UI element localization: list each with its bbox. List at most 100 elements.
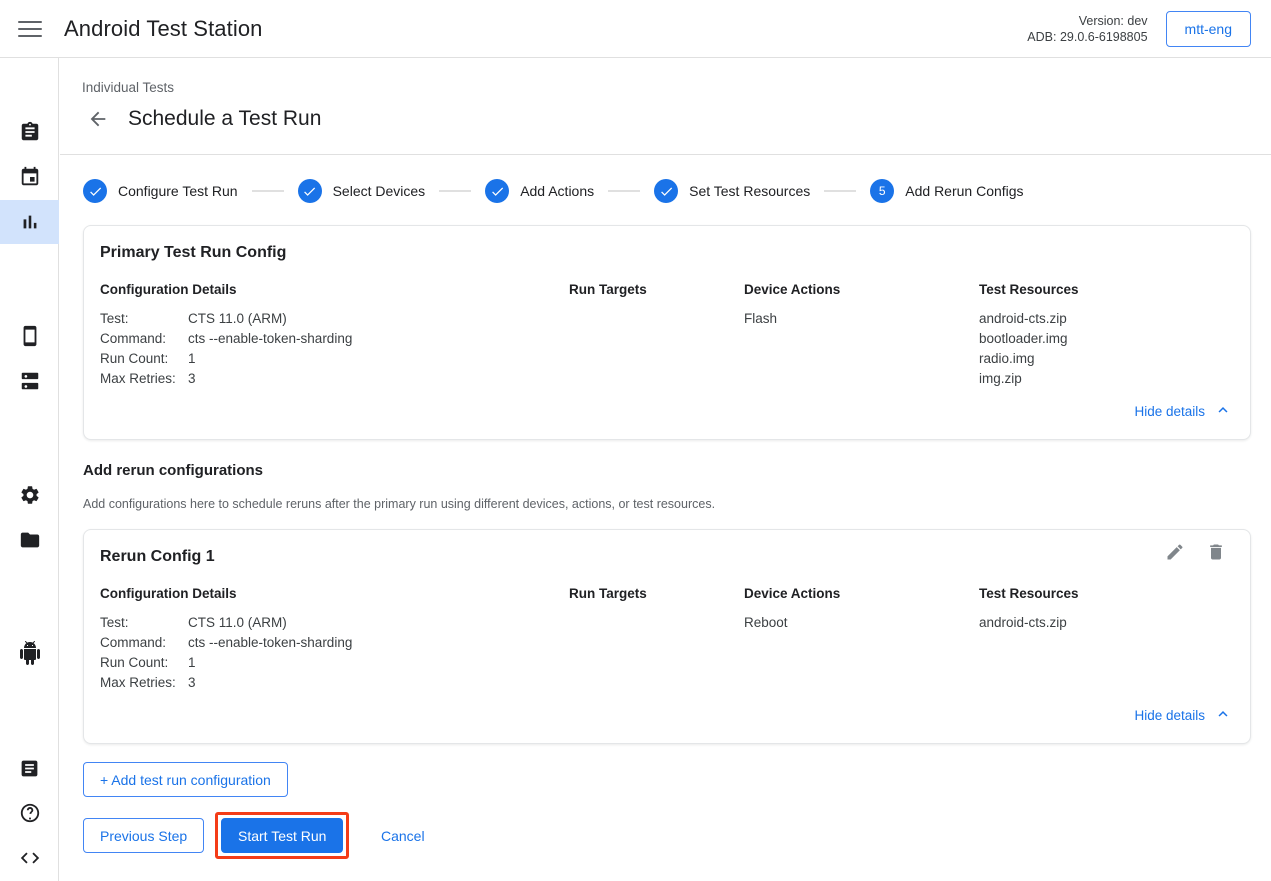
edit-rerun-config-button[interactable] [1162,541,1188,567]
rerun-hide-details-toggle[interactable]: Hide details [1134,705,1232,726]
chevron-up-icon [1214,401,1232,422]
account-chip-button[interactable]: mtt-eng [1166,11,1251,47]
device-action-item: Reboot [744,613,974,633]
detail-value: CTS 11.0 (ARM) [188,309,287,329]
hamburger-icon[interactable] [18,20,42,38]
step-connector [252,190,284,192]
version-info: Version: dev ADB: 29.0.6-6198805 [1027,13,1147,45]
column-run-targets: Run Targets [569,586,744,613]
step-marker-check [298,179,322,203]
sidebar-item-test-results[interactable] [0,200,59,244]
app-title: Android Test Station [64,16,263,42]
tablet-icon [19,325,41,347]
article-icon [19,758,40,779]
code-brackets-icon [19,847,41,869]
step-label: Set Test Resources [689,183,810,199]
test-resources-list: android-cts.zip [979,613,1229,633]
column-device-actions: Device Actions Flash [744,282,974,329]
sidebar-item-file-browser[interactable] [0,518,59,562]
left-nav-rail [0,58,59,881]
top-app-bar: Android Test Station Version: dev ADB: 2… [0,0,1271,58]
step-marker-check [83,179,107,203]
step-configure-test-run[interactable]: Configure Test Run [83,179,238,203]
step-add-actions[interactable]: Add Actions [485,179,594,203]
sidebar-item-notes[interactable] [0,746,59,790]
detail-key: Run Count: [100,349,188,369]
step-label: Configure Test Run [118,183,238,199]
sidebar-item-test-suites[interactable] [0,110,59,154]
column-device-actions: Device Actions Reboot [744,586,974,633]
chevron-up-icon [1214,705,1232,726]
step-select-devices[interactable]: Select Devices [298,179,426,203]
detail-key: Test: [100,613,188,633]
sidebar-item-developer[interactable] [0,836,59,880]
page-title-row: Schedule a Test Run [82,103,321,135]
hide-details-label: Hide details [1134,404,1205,419]
content-area: Configure Test Run Select Devices Add Ac… [60,156,1271,881]
detail-row: Test: CTS 11.0 (ARM) [100,309,560,329]
step-add-rerun-configs[interactable]: 5 Add Rerun Configs [870,179,1023,203]
detail-row: Run Count: 1 [100,349,560,369]
card-title: Rerun Config 1 [100,548,215,566]
android-icon [18,641,42,665]
column-header: Configuration Details [100,586,560,601]
folder-icon [19,529,41,551]
add-test-run-configuration-button[interactable]: + Add test run configuration [83,762,288,797]
sidebar-item-android[interactable] [0,631,59,675]
step-connector [439,190,471,192]
detail-value: 1 [188,653,196,673]
step-label: Select Devices [333,183,426,199]
bar-chart-icon [19,211,41,233]
test-resource-item: img.zip [979,369,1229,389]
rerun-config-card: Rerun Config 1 Configuration Details Tes… [83,529,1251,744]
start-test-run-button[interactable]: Start Test Run [221,818,343,853]
gear-icon [19,484,41,506]
arrow-left-icon[interactable] [82,103,114,135]
test-resource-item: android-cts.zip [979,309,1229,329]
column-header: Test Resources [979,586,1229,601]
sidebar-item-test-plans[interactable] [0,155,59,199]
page-header: Individual Tests Schedule a Test Run [60,59,1271,155]
detail-row: Run Count: 1 [100,653,560,673]
pencil-icon [1165,542,1185,567]
step-set-test-resources[interactable]: Set Test Resources [654,179,810,203]
sidebar-item-help[interactable] [0,791,59,835]
detail-key: Command: [100,633,188,653]
device-action-item: Flash [744,309,974,329]
column-test-resources: Test Resources android-cts.zip bootloade… [979,282,1229,389]
card-title: Primary Test Run Config [100,244,286,262]
test-resource-item: bootloader.img [979,329,1229,349]
detail-key: Test: [100,309,188,329]
detail-row: Test: CTS 11.0 (ARM) [100,613,560,633]
app-root: Android Test Station Version: dev ADB: 2… [0,0,1271,881]
detail-list: Test: CTS 11.0 (ARM) Command: cts --enab… [100,613,560,693]
column-header: Device Actions [744,282,974,297]
column-configuration-details: Configuration Details Test: CTS 11.0 (AR… [100,586,560,693]
sidebar-item-hosts[interactable] [0,359,59,403]
calendar-icon [19,166,41,188]
top-bar-right: Version: dev ADB: 29.0.6-6198805 mtt-eng [1027,11,1271,47]
clipboard-icon [19,121,41,143]
detail-key: Max Retries: [100,673,188,693]
detail-value: cts --enable-token-sharding [188,329,352,349]
test-resource-item: radio.img [979,349,1229,369]
detail-value: 1 [188,349,196,369]
step-label: Add Actions [520,183,594,199]
adb-version-line: ADB: 29.0.6-6198805 [1027,29,1147,45]
cancel-button[interactable]: Cancel [365,818,441,853]
detail-row: Command: cts --enable-token-sharding [100,329,560,349]
detail-value: 3 [188,673,196,693]
detail-row: Max Retries: 3 [100,673,560,693]
detail-row: Max Retries: 3 [100,369,560,389]
primary-test-run-config-card: Primary Test Run Config Configuration De… [83,225,1251,440]
previous-step-button[interactable]: Previous Step [83,818,204,853]
breadcrumb[interactable]: Individual Tests [82,80,174,95]
primary-hide-details-toggle[interactable]: Hide details [1134,401,1232,422]
delete-rerun-config-button[interactable] [1203,541,1229,567]
sidebar-item-devices[interactable] [0,314,59,358]
step-marker-number: 5 [870,179,894,203]
step-marker-check [485,179,509,203]
sidebar-item-settings[interactable] [0,473,59,517]
column-configuration-details: Configuration Details Test: CTS 11.0 (AR… [100,282,560,389]
test-resources-list: android-cts.zip bootloader.img radio.img… [979,309,1229,389]
